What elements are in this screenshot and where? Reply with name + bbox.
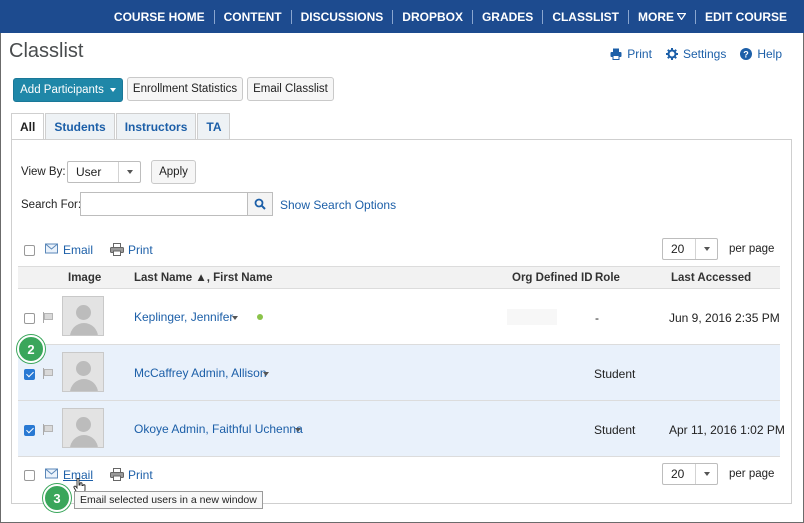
per-page-label: per page — [729, 468, 775, 480]
last-accessed-cell: Apr 11, 2016 1:02 PM — [669, 423, 785, 437]
avatar — [62, 408, 104, 448]
nav-more-label: MORE — [637, 9, 674, 24]
select-all-checkbox[interactable] — [24, 470, 35, 481]
search-button[interactable] — [247, 192, 273, 216]
help-button[interactable]: ? Help — [740, 47, 782, 61]
row-checkbox[interactable] — [24, 425, 35, 436]
per-page-value: 20 — [671, 242, 685, 256]
user-name-link[interactable]: Okoye Admin, Faithful Uchenna — [134, 422, 303, 436]
nav-edit-course[interactable]: EDIT COURSE — [694, 9, 796, 24]
apply-button[interactable]: Apply — [151, 160, 196, 184]
tab-students[interactable]: Students — [45, 113, 115, 139]
print-page-button[interactable]: Print — [610, 47, 652, 61]
gear-icon — [665, 48, 678, 60]
help-label: Help — [757, 47, 782, 61]
email-icon — [45, 243, 58, 254]
search-icon — [254, 198, 266, 210]
printer-icon — [610, 48, 622, 60]
nav-grades[interactable]: GRADES — [471, 9, 542, 24]
per-page-select-top[interactable]: 20 — [662, 238, 718, 260]
course-navbar: COURSE HOME CONTENT DISCUSSIONS DROPBOX … — [0, 0, 804, 33]
col-org-id-header[interactable]: Org Defined ID — [512, 272, 593, 284]
page-title: Classlist — [9, 40, 84, 62]
add-participants-button[interactable]: Add Participants — [13, 78, 123, 102]
role-cell: Student — [594, 423, 636, 437]
online-status-icon — [257, 314, 263, 320]
nav-course-home[interactable]: COURSE HOME — [105, 10, 214, 24]
role-tabs: All Students Instructors TA — [11, 113, 231, 139]
settings-button[interactable]: Settings — [665, 47, 727, 61]
table-row — [18, 401, 780, 457]
avatar — [62, 296, 104, 336]
flag-icon[interactable] — [42, 424, 53, 435]
view-by-label: View By: — [21, 166, 66, 178]
email-icon — [45, 468, 58, 479]
table-row — [18, 289, 780, 345]
printer-icon — [110, 468, 124, 481]
nav-content[interactable]: CONTENT — [213, 9, 291, 24]
avatar — [62, 352, 104, 392]
row-checkbox[interactable] — [24, 369, 35, 380]
per-page-value: 20 — [671, 467, 685, 481]
search-for-label: Search For: — [21, 199, 82, 211]
email-classlist-button[interactable]: Email Classlist — [247, 77, 334, 101]
print-page-label: Print — [627, 47, 652, 61]
caret-down-icon — [695, 239, 717, 259]
user-menu-caret-icon[interactable] — [263, 372, 269, 376]
org-id-cell — [507, 309, 557, 325]
col-role-header[interactable]: Role — [595, 272, 620, 284]
email-tooltip: Email selected users in a new window — [74, 491, 263, 509]
print-list-link[interactable]: Print — [128, 243, 153, 257]
nav-more[interactable]: MORE — [627, 9, 695, 24]
tab-instructors[interactable]: Instructors — [115, 113, 197, 139]
nav-classlist[interactable]: CLASSLIST — [542, 9, 628, 24]
enrollment-statistics-button[interactable]: Enrollment Statistics — [127, 77, 243, 101]
caret-down-icon — [695, 464, 717, 484]
settings-label: Settings — [682, 47, 727, 61]
view-by-value: User — [76, 165, 102, 179]
flag-icon[interactable] — [42, 312, 53, 323]
svg-text:?: ? — [744, 49, 750, 59]
tab-ta[interactable]: TA — [197, 113, 231, 139]
col-last-accessed-header[interactable]: Last Accessed — [671, 272, 751, 284]
show-search-options-link[interactable]: Show Search Options — [280, 198, 396, 212]
caret-down-icon — [109, 88, 116, 92]
per-page-label: per page — [729, 243, 775, 255]
user-menu-caret-icon[interactable] — [295, 428, 301, 432]
per-page-select-bottom[interactable]: 20 — [662, 463, 718, 485]
chevron-down-icon — [676, 13, 686, 20]
flag-icon[interactable] — [42, 368, 53, 379]
nav-discussions[interactable]: DISCUSSIONS — [290, 9, 393, 24]
user-name-link[interactable]: Keplinger, Jennifer — [134, 310, 233, 324]
step-3-badge: 3 — [43, 484, 71, 512]
select-all-checkbox[interactable] — [24, 245, 35, 256]
table-row — [18, 345, 780, 401]
col-name-header[interactable]: Last Name ▲, First Name — [134, 272, 273, 284]
tab-all[interactable]: All — [11, 113, 45, 139]
user-name-link[interactable]: McCaffrey Admin, Allison — [134, 366, 267, 380]
user-menu-caret-icon[interactable] — [232, 316, 238, 320]
page-actions: Print Settings ? Help — [610, 47, 782, 61]
caret-down-icon — [118, 162, 140, 182]
print-list-link[interactable]: Print — [128, 468, 153, 482]
role-cell: - — [595, 311, 599, 325]
add-participants-label: Add Participants — [20, 84, 104, 96]
help-icon: ? — [740, 48, 753, 60]
last-accessed-cell: Jun 9, 2016 2:35 PM — [669, 311, 780, 325]
printer-icon — [110, 243, 124, 256]
email-selected-link[interactable]: Email — [63, 243, 93, 257]
row-checkbox[interactable] — [24, 313, 35, 324]
table-header — [18, 266, 780, 289]
search-input[interactable] — [80, 192, 248, 216]
col-image-header: Image — [68, 272, 102, 284]
step-2-badge: 2 — [17, 335, 45, 363]
role-cell: Student — [594, 367, 636, 381]
view-by-select[interactable]: User — [67, 161, 141, 183]
nav-dropbox[interactable]: DROPBOX — [392, 9, 472, 24]
